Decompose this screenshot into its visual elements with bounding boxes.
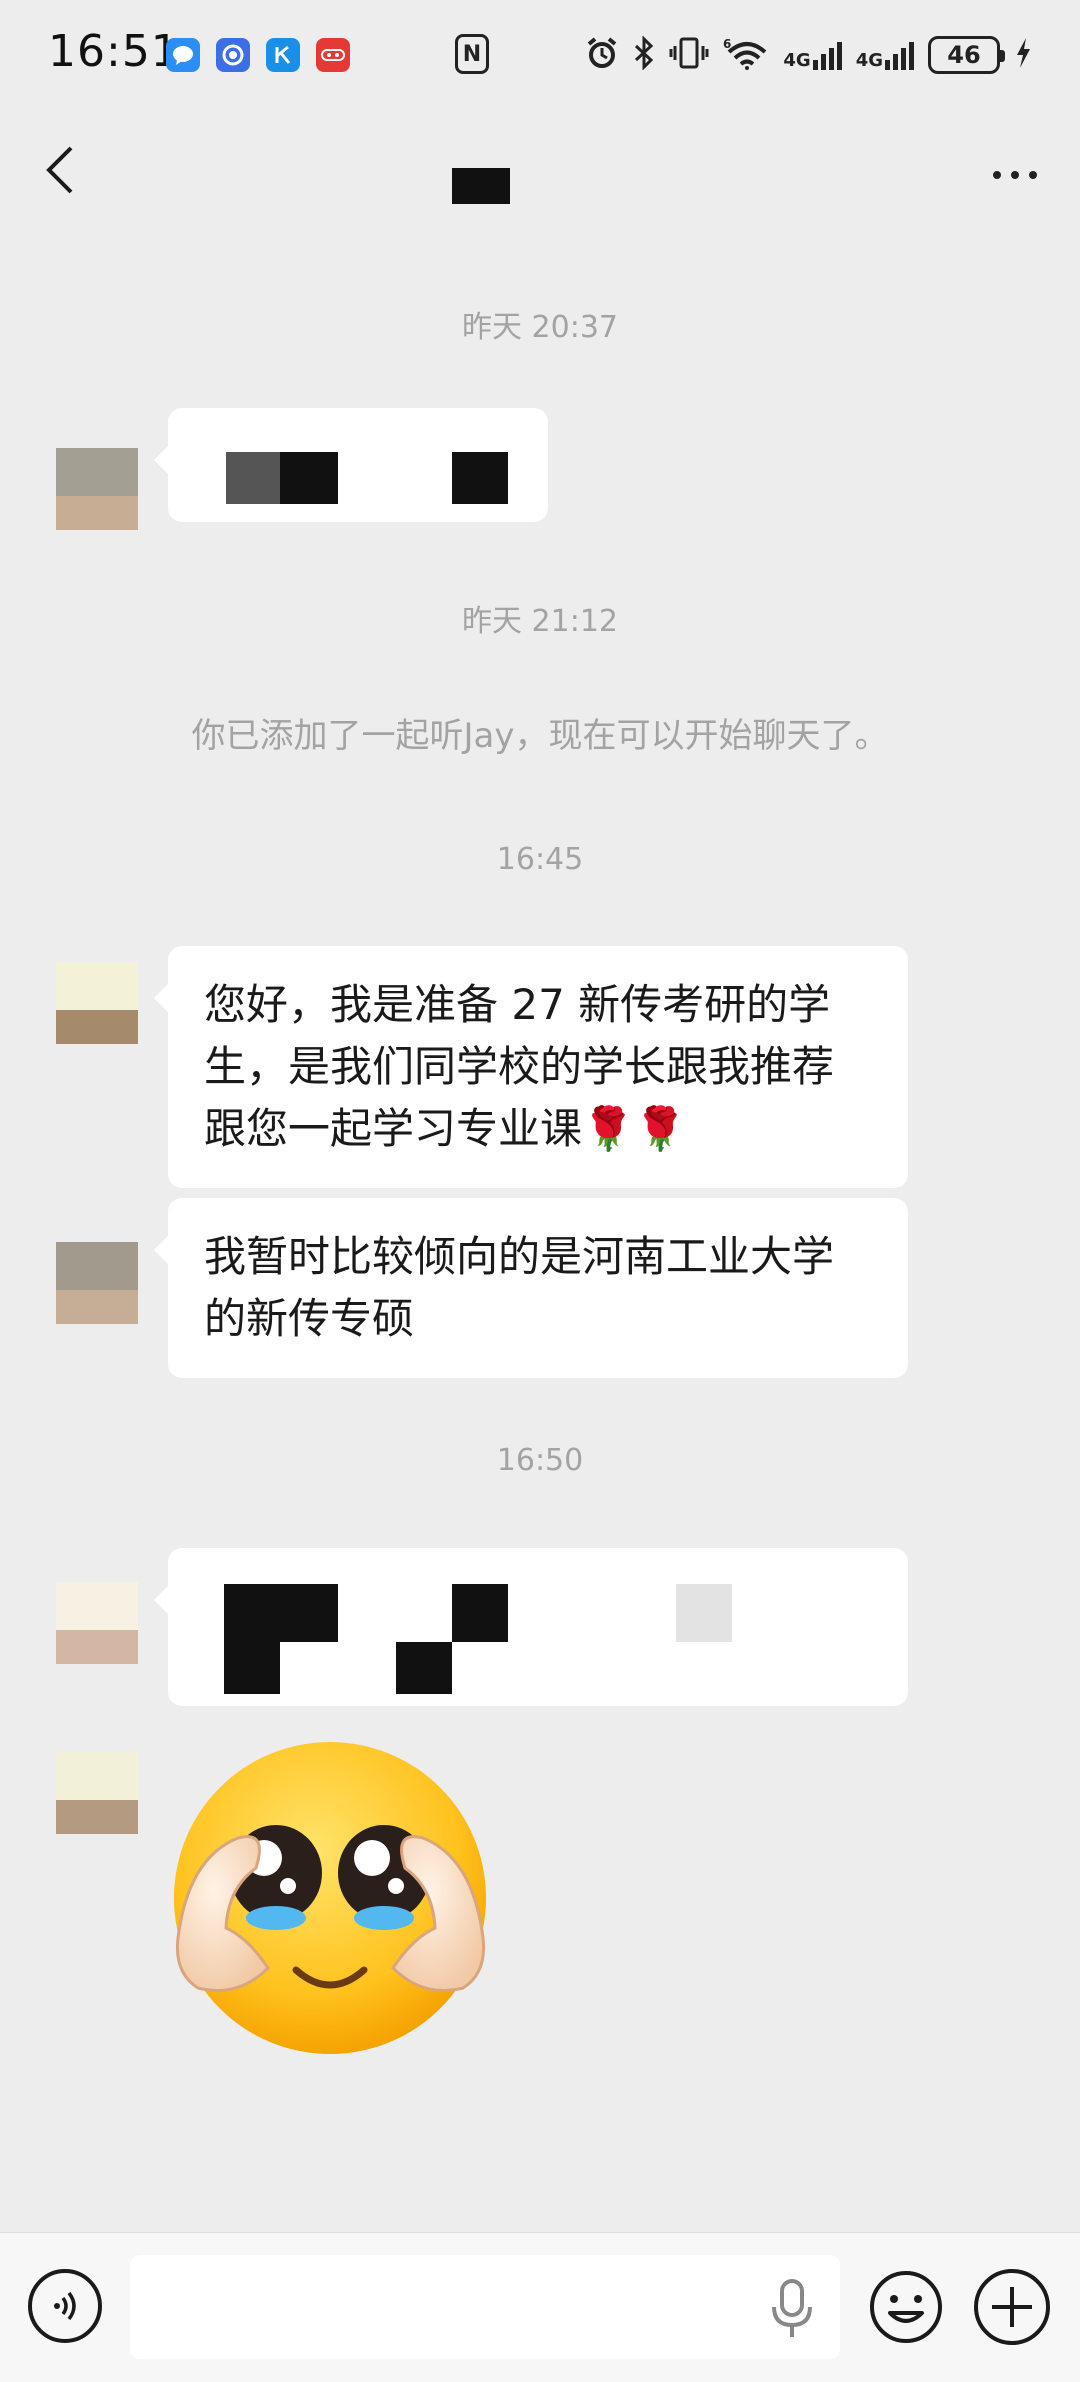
more-options-button[interactable] (980, 150, 1050, 200)
more-dot-icon (1011, 171, 1019, 179)
redacted-block (224, 1584, 338, 1642)
signal-sim2-icon: 4G (856, 40, 914, 70)
status-bar: 16:51 N 6 4G 4G 46 (0, 0, 1080, 110)
alarm-icon (585, 36, 619, 75)
back-button[interactable] (30, 140, 90, 200)
more-features-button[interactable] (974, 2269, 1050, 2345)
redacted-block (676, 1584, 732, 1642)
k-app-icon (266, 38, 300, 72)
timestamp: 昨天 21:12 (462, 604, 618, 639)
redacted-block (224, 1642, 280, 1694)
message-input[interactable] (130, 2255, 840, 2359)
contact-name-redacted (452, 168, 510, 204)
status-time: 16:51 (48, 26, 180, 77)
message-bubble[interactable]: 我暂时比较倾向的是河南工业大学的新传专硕 (154, 1198, 908, 1378)
vibrate-icon (669, 36, 709, 75)
microphone-icon[interactable] (768, 2279, 816, 2339)
message-text: 我暂时比较倾向的是河南工业大学的新传专硕 (204, 1232, 835, 1343)
message-bubble-icon (166, 38, 200, 72)
wifi-icon: 6 (723, 36, 769, 75)
chat-header (0, 110, 1080, 230)
timestamp: 昨天 20:37 (462, 310, 618, 345)
message-text: 您好，我是准备 27 新传考研的学生，是我们同学校的学长跟我推荐跟您一起学习专业… (204, 980, 835, 1153)
avatar[interactable] (56, 448, 138, 530)
redacted-block (452, 452, 508, 504)
message-bubble-redacted[interactable] (154, 1548, 908, 1706)
status-icons: 6 4G 4G 46 (585, 30, 1032, 80)
signal-sim1-icon: 4G (783, 40, 842, 70)
redacted-block (226, 452, 280, 504)
shield-app-icon (216, 38, 250, 72)
voice-wave-icon (54, 2291, 76, 2321)
avatar[interactable] (56, 1242, 138, 1324)
avatar[interactable] (56, 1582, 138, 1664)
voice-mode-button[interactable] (28, 2269, 102, 2343)
redacted-block (396, 1642, 452, 1694)
smiley-icon (870, 2271, 942, 2343)
emoji-button[interactable] (868, 2269, 944, 2345)
video-app-icon (316, 38, 350, 72)
battery-icon: 46 (928, 36, 1005, 74)
redacted-block (452, 1584, 508, 1642)
pleading-face-heart-hands-sticker[interactable] (168, 1738, 493, 2058)
avatar[interactable] (56, 962, 138, 1044)
system-message: 你已添加了一起听Jay，现在可以开始聊天了。 (191, 716, 889, 756)
avatar[interactable] (56, 1752, 138, 1834)
message-input-bar (0, 2232, 1080, 2382)
charging-bolt-icon (1014, 36, 1032, 75)
chevron-left-icon (46, 146, 73, 194)
message-bubble-redacted[interactable] (154, 408, 548, 522)
bluetooth-icon (633, 34, 655, 75)
nfc-icon: N (455, 34, 489, 74)
message-bubble[interactable]: 您好，我是准备 27 新传考研的学生，是我们同学校的学长跟我推荐跟您一起学习专业… (154, 946, 908, 1188)
more-dot-icon (1029, 171, 1037, 179)
timestamp: 16:50 (496, 1443, 584, 1478)
more-dot-icon (993, 171, 1001, 179)
timestamp: 16:45 (496, 842, 584, 877)
redacted-block (280, 452, 338, 504)
